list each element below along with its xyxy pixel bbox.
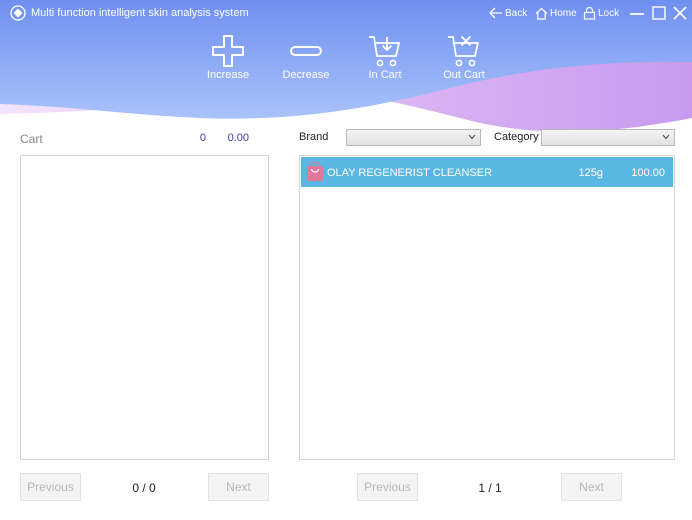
cart-item-count: 0: [199, 132, 206, 144]
lock-icon: [583, 6, 596, 20]
in-cart-label: In Cart: [368, 69, 402, 81]
chevron-down-icon: [468, 134, 476, 140]
skin-analysis-app: Multi function intelligent skin analysis…: [0, 0, 692, 520]
shopping-bag-icon: [307, 162, 323, 181]
header-banner: Multi function intelligent skin analysis…: [0, 0, 692, 140]
home-label: Home: [550, 7, 577, 19]
cart-list-panel[interactable]: [20, 155, 269, 460]
cart-page-info: 0 / 0: [132, 481, 156, 495]
cart-previous-button[interactable]: Previous: [20, 473, 81, 501]
lock-button[interactable]: Lock: [583, 4, 619, 22]
increase-label: Increase: [206, 69, 250, 81]
chevron-down-icon: [662, 134, 670, 140]
category-select[interactable]: [541, 129, 675, 146]
cart-title: Cart: [20, 132, 43, 146]
back-arrow-icon: [489, 7, 502, 19]
cart-total-amount: 0.00: [227, 132, 249, 144]
increase-button[interactable]: Increase: [193, 34, 263, 86]
decrease-button[interactable]: Decrease: [271, 34, 341, 86]
maximize-icon[interactable]: [650, 4, 668, 22]
app-title: Multi function intelligent skin analysis…: [31, 7, 249, 19]
close-icon[interactable]: [671, 4, 689, 22]
cart-next-button[interactable]: Next: [208, 473, 269, 501]
lock-label: Lock: [598, 7, 620, 19]
brand-label: Brand: [299, 131, 329, 143]
out-cart-label: Out Cart: [443, 69, 485, 81]
brand-select[interactable]: [346, 129, 481, 146]
plus-icon: [212, 35, 244, 67]
back-label: Back: [505, 7, 528, 19]
product-size: 125g: [578, 167, 603, 179]
title-bar: Multi function intelligent skin analysis…: [0, 0, 692, 26]
back-button[interactable]: Back: [489, 4, 527, 22]
cart-add-icon: [369, 36, 400, 67]
product-next-button[interactable]: Next: [561, 473, 622, 501]
home-icon: [535, 7, 548, 20]
minimize-icon[interactable]: [628, 4, 646, 22]
decrease-label: Decrease: [282, 69, 330, 81]
home-button[interactable]: Home: [535, 4, 577, 22]
product-list-panel: OLAY REGENERIST CLEANSER 125g 100.00: [299, 155, 675, 460]
minus-icon: [290, 46, 322, 56]
product-page-info: 1 / 1: [478, 481, 502, 495]
in-cart-button[interactable]: In Cart: [350, 34, 420, 86]
product-name: OLAY REGENERIST CLEANSER: [327, 167, 493, 179]
category-label: Category: [494, 131, 539, 143]
cart-remove-icon: [448, 35, 479, 67]
product-price: 100.00: [631, 167, 665, 179]
product-previous-button[interactable]: Previous: [357, 473, 418, 501]
app-logo-icon: [10, 5, 26, 21]
product-row[interactable]: OLAY REGENERIST CLEANSER 125g 100.00: [301, 157, 673, 187]
out-cart-button[interactable]: Out Cart: [429, 34, 499, 86]
